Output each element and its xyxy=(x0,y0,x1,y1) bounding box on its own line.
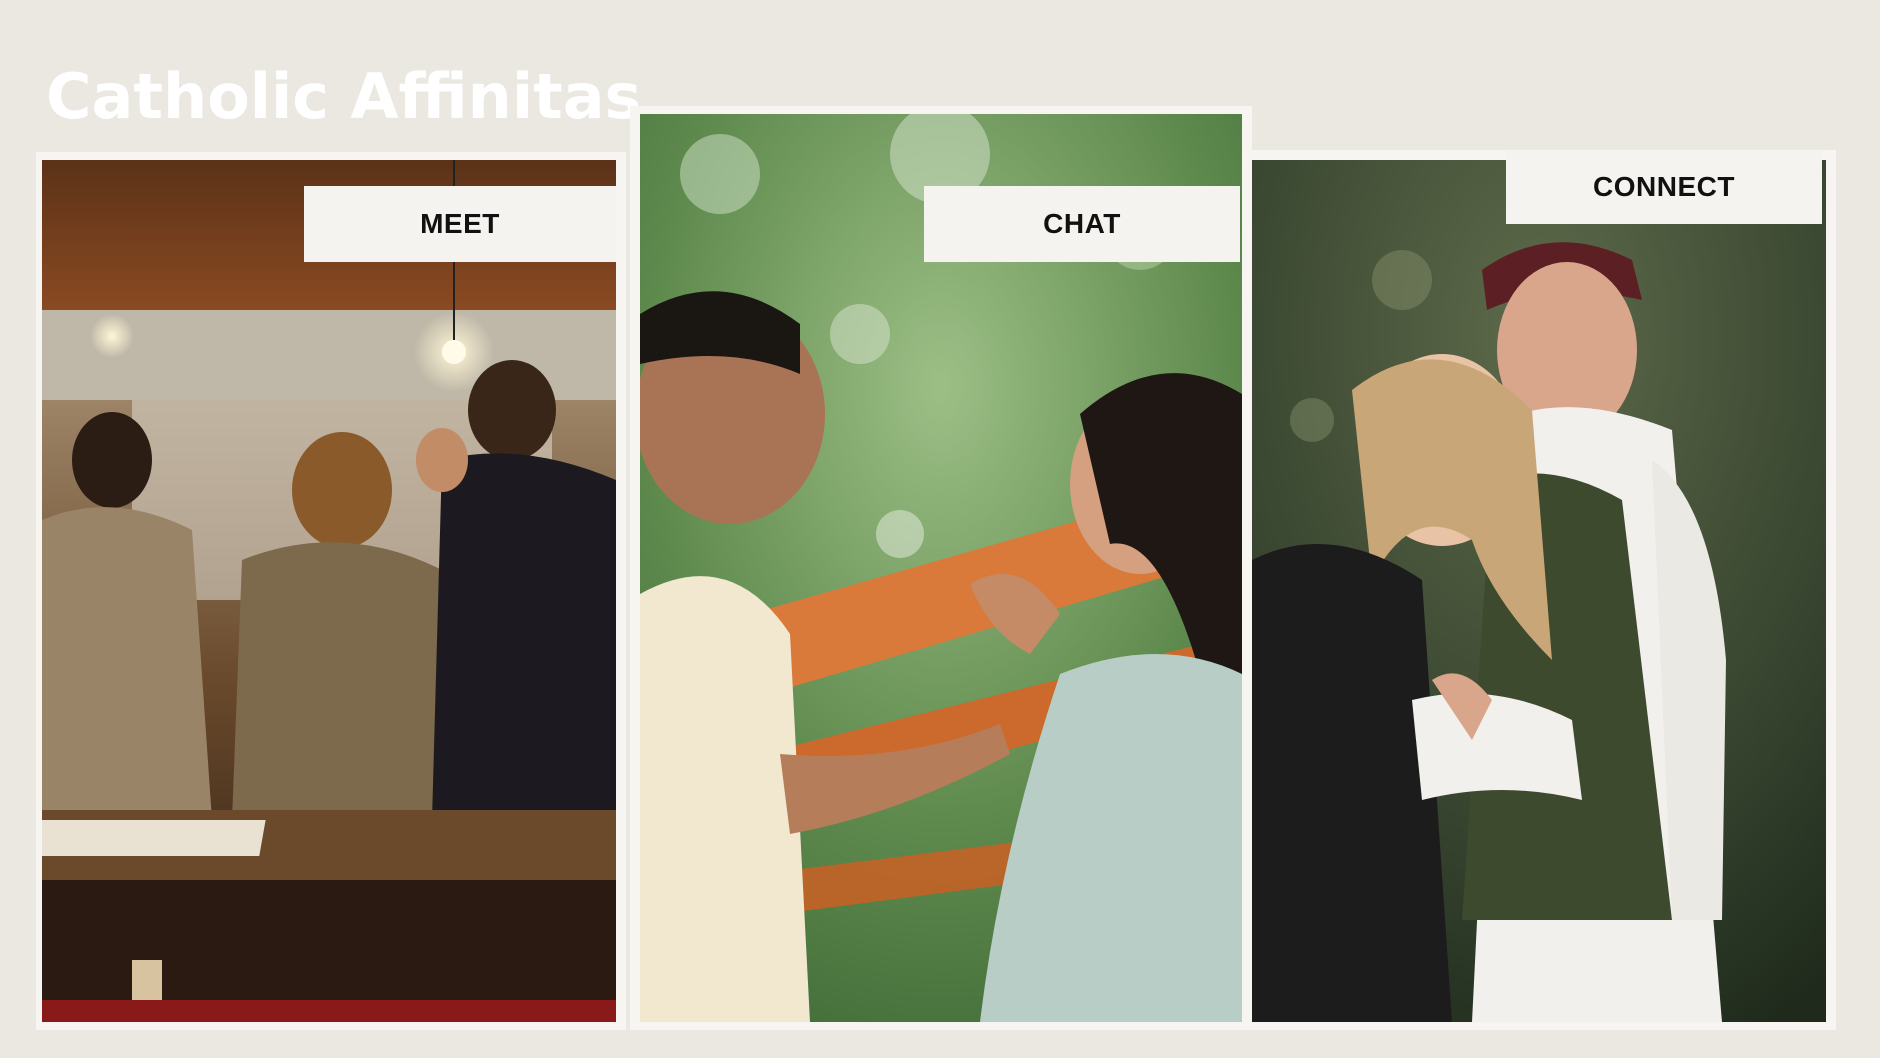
brand-title: Catholic Affinitas xyxy=(46,60,642,133)
embracing-couple-photo xyxy=(1252,160,1826,1022)
chat-label: CHAT xyxy=(1043,208,1121,239)
connect-label: CONNECT xyxy=(1593,171,1735,202)
meet-label: MEET xyxy=(420,208,500,239)
social-gathering-photo xyxy=(42,160,616,1022)
page: Catholic Affinitas MEET CHAT CONNECT xyxy=(0,0,1880,1058)
connect-label-box: CONNECT xyxy=(1506,150,1822,224)
meet-label-box: MEET xyxy=(304,186,616,262)
chat-label-box: CHAT xyxy=(924,186,1240,262)
